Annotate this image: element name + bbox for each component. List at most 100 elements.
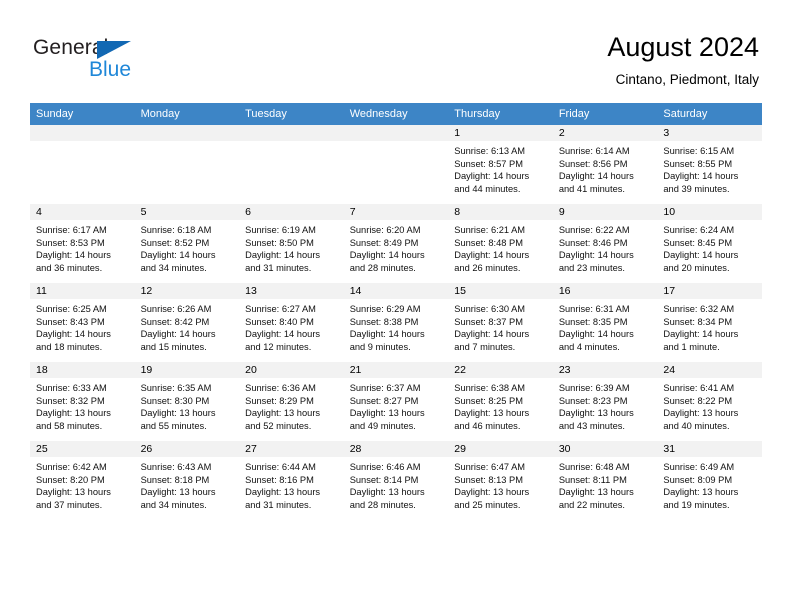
day-detail-line: Daylight: 14 hours xyxy=(663,329,739,340)
day-details xyxy=(135,141,240,145)
calendar-day-cell[interactable]: 18 Sunrise: 6:33 AM Sunset: 8:32 PM Dayligh… xyxy=(30,361,135,441)
day-details: Sunrise: 6:31 AM Sunset: 8:35 PM Daylight:… xyxy=(553,299,658,353)
day-number xyxy=(343,125,449,141)
calendar-day-cell[interactable]: 7 Sunrise: 6:20 AM Sunset: 8:49 PM Daylight… xyxy=(343,203,449,283)
day-detail-line: Daylight: 13 hours xyxy=(245,487,321,498)
day-detail-line: Sunrise: 6:49 AM xyxy=(663,462,735,472)
calendar-day-content: 12 Sunrise: 6:26 AM Sunset: 8:42 PM Dayligh… xyxy=(134,283,240,361)
day-details: Sunrise: 6:17 AM Sunset: 8:53 PM Daylight:… xyxy=(30,220,135,274)
calendar-day-cell[interactable]: 28 Sunrise: 6:46 AM Sunset: 8:14 PM Dayligh… xyxy=(343,440,449,520)
day-detail-line: Sunrise: 6:39 AM xyxy=(558,383,630,393)
day-number xyxy=(30,125,135,141)
calendar-day-content: 27 Sunrise: 6:44 AM Sunset: 8:16 PM Dayligh… xyxy=(239,441,344,519)
calendar-day-content: 29 Sunrise: 6:47 AM Sunset: 8:13 PM Dayligh… xyxy=(448,441,553,519)
calendar-day-cell[interactable]: 24 Sunrise: 6:41 AM Sunset: 8:22 PM Dayligh… xyxy=(657,361,762,441)
calendar-day-content: 26 Sunrise: 6:43 AM Sunset: 8:18 PM Dayligh… xyxy=(134,441,240,519)
day-details: Sunrise: 6:37 AM Sunset: 8:27 PM Daylight:… xyxy=(344,378,449,432)
calendar-day-cell[interactable]: 16 Sunrise: 6:31 AM Sunset: 8:35 PM Dayligh… xyxy=(552,282,658,362)
day-number xyxy=(239,125,344,141)
day-number: 10 xyxy=(657,204,762,220)
calendar-day-cell[interactable]: 29 Sunrise: 6:47 AM Sunset: 8:13 PM Dayligh… xyxy=(448,440,553,520)
calendar-day-cell[interactable]: 9 Sunrise: 6:22 AM Sunset: 8:46 PM Daylight… xyxy=(552,203,658,283)
calendar-day-content: 4 Sunrise: 6:17 AM Sunset: 8:53 PM Daylight… xyxy=(30,204,135,282)
day-detail-line: Daylight: 14 hours xyxy=(140,250,216,261)
calendar-body: 1 Sunrise: 6:13 AM Sunset: 8:57 PM Daylight… xyxy=(30,125,762,520)
day-detail-line: and 46 minutes. xyxy=(454,420,521,431)
day-detail-line: Sunset: 8:09 PM xyxy=(663,474,733,485)
day-detail-line: Sunset: 8:56 PM xyxy=(558,158,628,169)
calendar-day-cell[interactable]: 8 Sunrise: 6:21 AM Sunset: 8:48 PM Daylight… xyxy=(448,203,553,283)
weekday-header-wednesday: Wednesday xyxy=(343,103,449,125)
day-detail-line: Sunrise: 6:22 AM xyxy=(558,225,630,235)
day-details: Sunrise: 6:35 AM Sunset: 8:30 PM Daylight:… xyxy=(135,378,240,432)
calendar-day-cell[interactable]: 25 Sunrise: 6:42 AM Sunset: 8:20 PM Dayligh… xyxy=(30,440,135,520)
day-detail-line: and 28 minutes. xyxy=(349,499,416,510)
day-details: Sunrise: 6:43 AM Sunset: 8:18 PM Daylight:… xyxy=(135,457,240,511)
calendar-day-cell[interactable]: 20 Sunrise: 6:36 AM Sunset: 8:29 PM Dayligh… xyxy=(239,361,344,441)
day-detail-line: Daylight: 14 hours xyxy=(558,329,634,340)
logo-triangle-icon xyxy=(97,41,131,59)
day-detail-line: and 58 minutes. xyxy=(36,420,103,431)
day-detail-line: Daylight: 14 hours xyxy=(663,171,739,182)
day-detail-line: Sunrise: 6:32 AM xyxy=(663,304,735,314)
calendar-day-cell[interactable]: 22 Sunrise: 6:38 AM Sunset: 8:25 PM Dayligh… xyxy=(448,361,553,441)
day-detail-line: Sunrise: 6:31 AM xyxy=(558,304,630,314)
calendar-day-cell[interactable]: 31 Sunrise: 6:49 AM Sunset: 8:09 PM Dayligh… xyxy=(657,440,762,520)
calendar-day-cell[interactable]: 3 Sunrise: 6:15 AM Sunset: 8:55 PM Daylight… xyxy=(657,125,762,204)
page-subtitle: Cintano, Piedmont, Italy xyxy=(615,72,759,87)
day-details: Sunrise: 6:44 AM Sunset: 8:16 PM Daylight:… xyxy=(239,457,344,511)
calendar-day-content: 21 Sunrise: 6:37 AM Sunset: 8:27 PM Dayligh… xyxy=(343,362,449,440)
day-details: Sunrise: 6:33 AM Sunset: 8:32 PM Daylight:… xyxy=(30,378,135,432)
day-detail-line: Sunrise: 6:15 AM xyxy=(663,146,735,156)
day-detail-line: Sunrise: 6:26 AM xyxy=(140,304,212,314)
day-number: 26 xyxy=(134,441,240,457)
day-details: Sunrise: 6:48 AM Sunset: 8:11 PM Daylight:… xyxy=(553,457,658,511)
calendar-day-cell[interactable]: 23 Sunrise: 6:39 AM Sunset: 8:23 PM Dayligh… xyxy=(552,361,658,441)
calendar-day-cell[interactable]: 17 Sunrise: 6:32 AM Sunset: 8:34 PM Dayligh… xyxy=(657,282,762,362)
day-number: 7 xyxy=(343,204,449,220)
calendar-day-cell[interactable]: 26 Sunrise: 6:43 AM Sunset: 8:18 PM Dayligh… xyxy=(134,440,240,520)
day-details: Sunrise: 6:30 AM Sunset: 8:37 PM Daylight:… xyxy=(448,299,553,353)
day-detail-line: and 19 minutes. xyxy=(663,499,730,510)
calendar-day-cell[interactable]: 4 Sunrise: 6:17 AM Sunset: 8:53 PM Daylight… xyxy=(30,203,135,283)
general-blue-logo[interactable]: General Blue xyxy=(33,36,163,84)
day-detail-line: Daylight: 13 hours xyxy=(36,408,111,419)
day-detail-line: and 12 minutes. xyxy=(245,341,312,352)
day-detail-line: and 9 minutes. xyxy=(349,341,411,352)
calendar-day-cell[interactable]: 13 Sunrise: 6:27 AM Sunset: 8:40 PM Dayligh… xyxy=(239,282,344,362)
calendar-day-cell[interactable]: 6 Sunrise: 6:19 AM Sunset: 8:50 PM Daylight… xyxy=(239,203,344,283)
calendar-day-cell[interactable]: 1 Sunrise: 6:13 AM Sunset: 8:57 PM Daylight… xyxy=(448,125,553,204)
title-block: August 2024 Cintano, Piedmont, Italy xyxy=(607,30,759,90)
calendar-day-cell[interactable]: 14 Sunrise: 6:29 AM Sunset: 8:38 PM Dayligh… xyxy=(343,282,449,362)
day-detail-line: Sunrise: 6:27 AM xyxy=(245,304,316,314)
day-detail-line: Daylight: 13 hours xyxy=(558,487,634,498)
calendar-day-cell[interactable]: 2 Sunrise: 6:14 AM Sunset: 8:56 PM Daylight… xyxy=(552,125,658,204)
calendar-day-content: 14 Sunrise: 6:29 AM Sunset: 8:38 PM Dayligh… xyxy=(343,283,449,361)
day-number: 29 xyxy=(448,441,553,457)
day-detail-line: Sunset: 8:14 PM xyxy=(349,474,419,485)
calendar-empty-cell xyxy=(134,125,240,204)
day-detail-line: Daylight: 13 hours xyxy=(663,408,739,419)
day-number: 18 xyxy=(30,362,135,378)
day-details: Sunrise: 6:24 AM Sunset: 8:45 PM Daylight:… xyxy=(657,220,762,274)
calendar-day-cell[interactable]: 15 Sunrise: 6:30 AM Sunset: 8:37 PM Dayligh… xyxy=(448,282,553,362)
day-number: 17 xyxy=(657,283,762,299)
calendar-week-row: 11 Sunrise: 6:25 AM Sunset: 8:43 PM Dayligh… xyxy=(30,282,762,362)
day-detail-line: Sunrise: 6:30 AM xyxy=(454,304,526,314)
calendar-day-cell[interactable]: 27 Sunrise: 6:44 AM Sunset: 8:16 PM Dayligh… xyxy=(239,440,344,520)
calendar-day-cell[interactable]: 21 Sunrise: 6:37 AM Sunset: 8:27 PM Dayligh… xyxy=(343,361,449,441)
calendar-day-cell[interactable]: 10 Sunrise: 6:24 AM Sunset: 8:45 PM Dayligh… xyxy=(657,203,762,283)
weekday-header-sunday: Sunday xyxy=(30,103,135,125)
day-detail-line: Sunset: 8:18 PM xyxy=(140,474,210,485)
day-detail-line: and 31 minutes. xyxy=(245,262,312,273)
day-details: Sunrise: 6:47 AM Sunset: 8:13 PM Daylight:… xyxy=(448,457,553,511)
day-number: 24 xyxy=(657,362,762,378)
calendar-day-cell[interactable]: 12 Sunrise: 6:26 AM Sunset: 8:42 PM Dayligh… xyxy=(134,282,240,362)
calendar-day-cell[interactable]: 19 Sunrise: 6:35 AM Sunset: 8:30 PM Dayligh… xyxy=(134,361,240,441)
calendar-day-cell[interactable]: 11 Sunrise: 6:25 AM Sunset: 8:43 PM Dayligh… xyxy=(30,282,135,362)
calendar-day-content: 1 Sunrise: 6:13 AM Sunset: 8:57 PM Daylight… xyxy=(448,125,553,203)
calendar-day-cell[interactable]: 5 Sunrise: 6:18 AM Sunset: 8:52 PM Daylight… xyxy=(134,203,240,283)
calendar-day-cell[interactable]: 30 Sunrise: 6:48 AM Sunset: 8:11 PM Dayligh… xyxy=(552,440,658,520)
day-detail-line: Sunset: 8:11 PM xyxy=(558,474,627,485)
day-details: Sunrise: 6:26 AM Sunset: 8:42 PM Daylight:… xyxy=(135,299,240,353)
